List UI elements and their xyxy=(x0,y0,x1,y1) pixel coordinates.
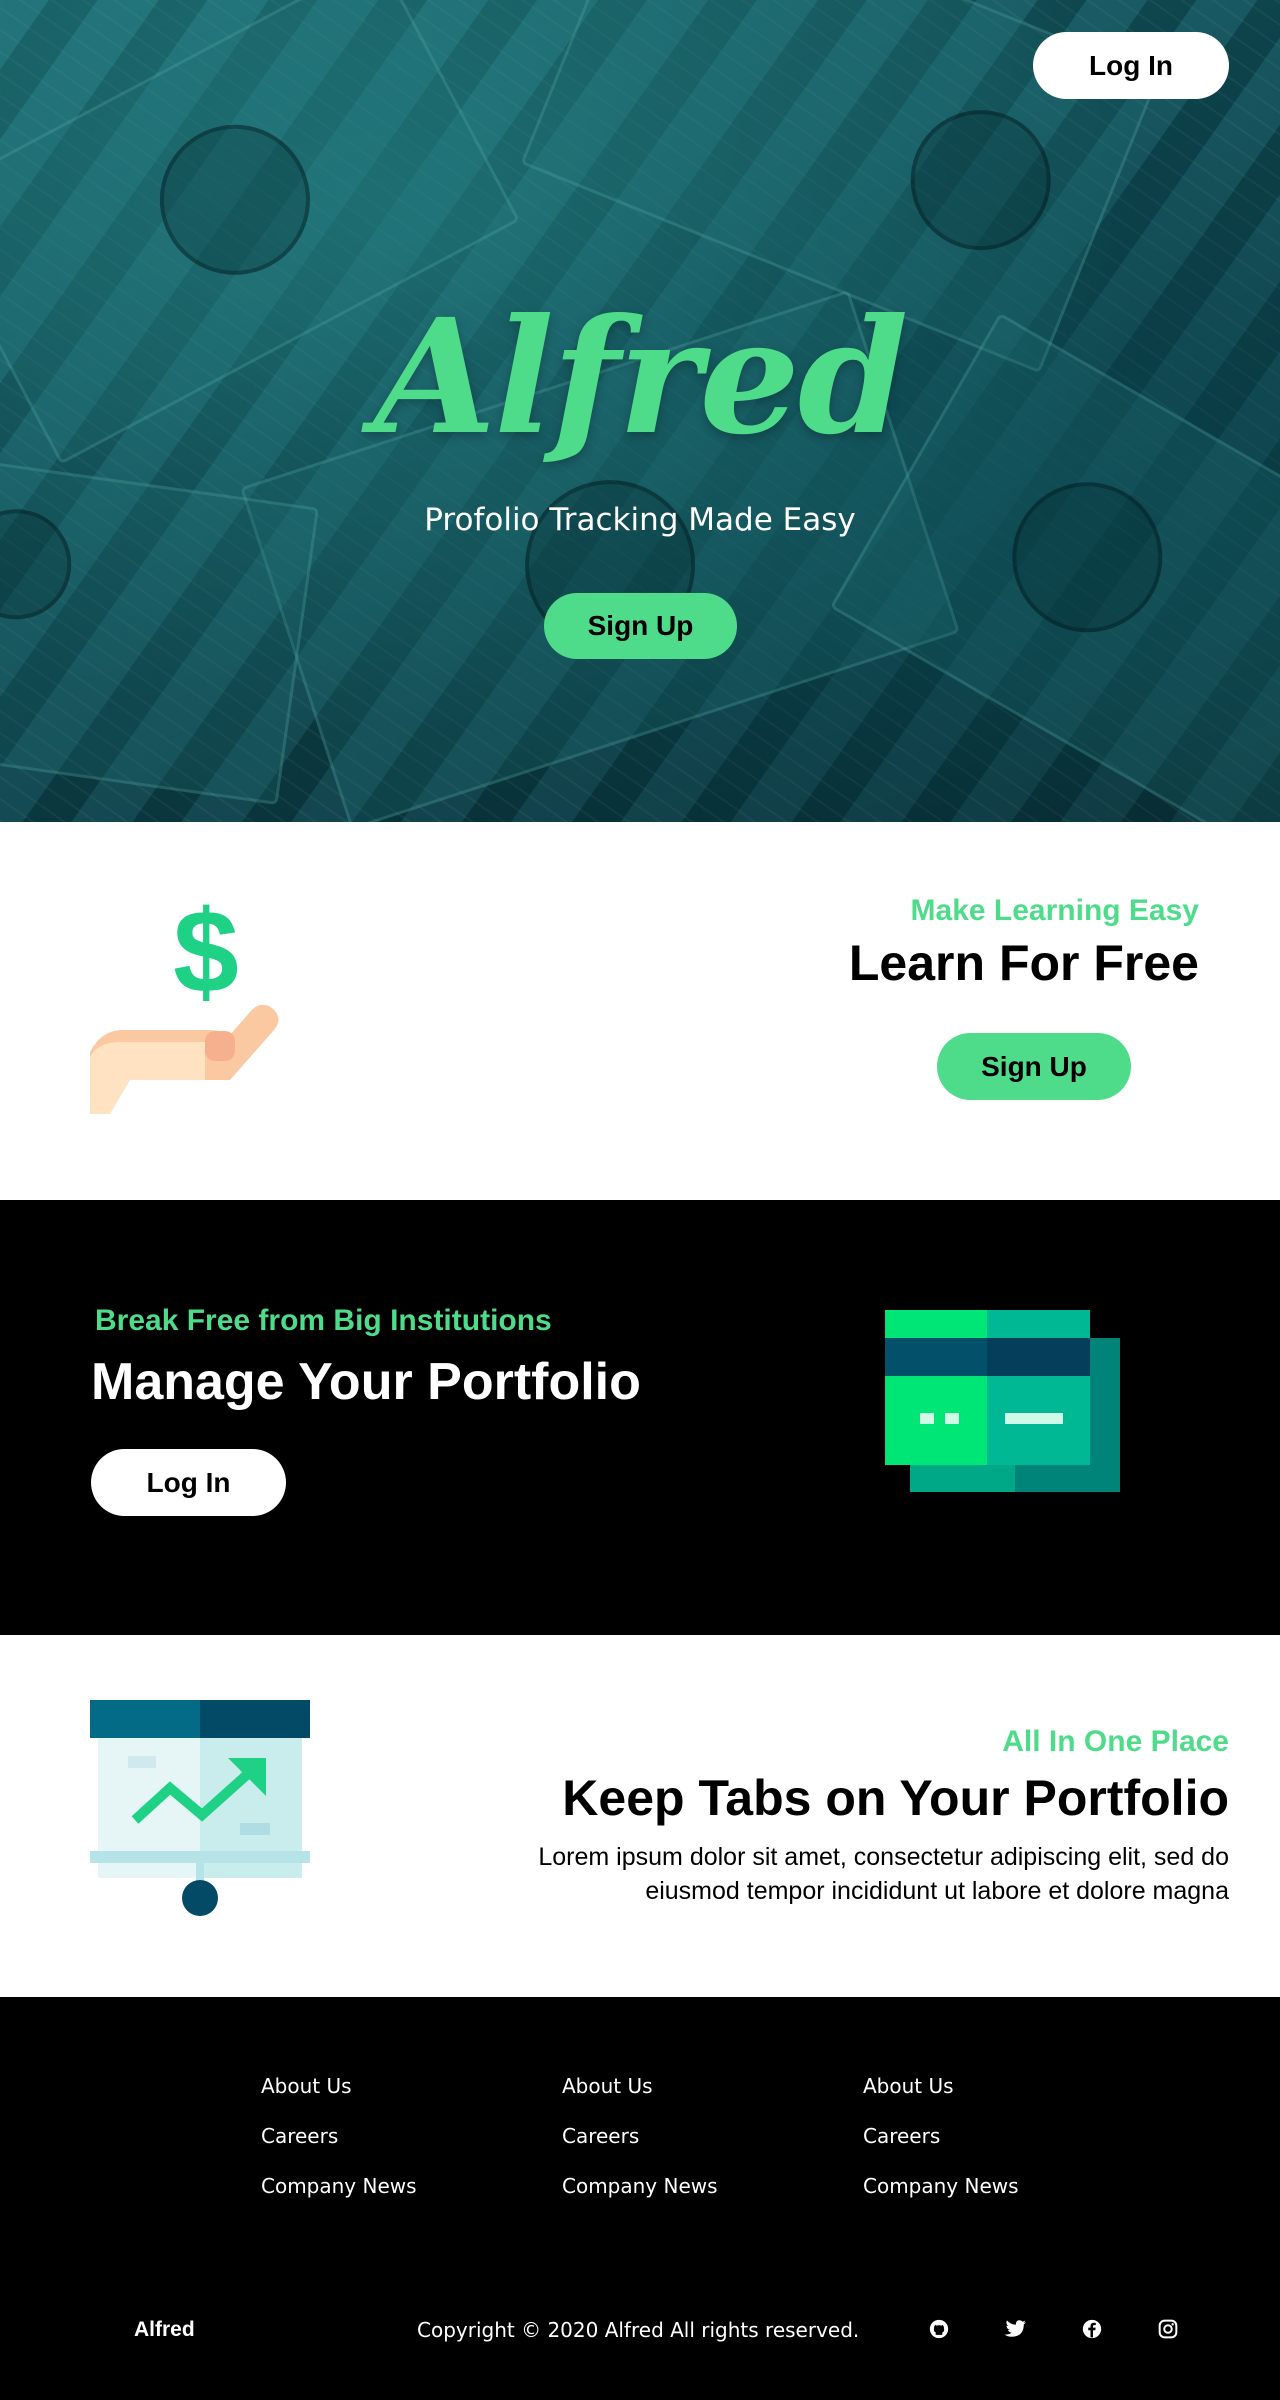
footer: About Us Careers Company News About Us C… xyxy=(0,1997,1280,2400)
footer-link-news[interactable]: Company News xyxy=(562,2174,762,2224)
learn-eyebrow: Make Learning Easy xyxy=(910,894,1199,927)
twitter-icon[interactable] xyxy=(997,2311,1033,2347)
learn-section: $ Make Learning Easy Learn For Free Sign… xyxy=(0,822,1280,1200)
presentation-chart-icon xyxy=(90,1700,310,1916)
footer-link-news[interactable]: Company News xyxy=(863,2174,1063,2224)
manage-eyebrow: Break Free from Big Institutions xyxy=(95,1304,552,1337)
hero-login-button[interactable]: Log In xyxy=(1033,32,1229,99)
footer-link-about[interactable]: About Us xyxy=(863,2074,1063,2124)
hero-tagline: Profolio Tracking Made Easy xyxy=(424,502,856,538)
learn-title: Learn For Free xyxy=(848,935,1199,991)
footer-copyright: Copyright © 2020 Alfred All rights reser… xyxy=(417,2318,860,2342)
tabs-section: All In One Place Keep Tabs on Your Portf… xyxy=(0,1635,1280,1997)
tabs-title: Keep Tabs on Your Portfolio xyxy=(562,1770,1229,1826)
footer-link-careers[interactable]: Careers xyxy=(562,2124,762,2174)
footer-column: About Us Careers Company News xyxy=(261,2074,461,2224)
footer-link-about[interactable]: About Us xyxy=(562,2074,762,2124)
cards-icon xyxy=(885,1310,1120,1492)
tabs-eyebrow: All In One Place xyxy=(1002,1725,1229,1758)
github-icon[interactable] xyxy=(921,2311,957,2347)
footer-column: About Us Careers Company News xyxy=(562,2074,762,2224)
manage-title: Manage Your Portfolio xyxy=(91,1353,641,1411)
footer-link-careers[interactable]: Careers xyxy=(261,2124,461,2174)
hero-section: Log In Alfred Profolio Tracking Made Eas… xyxy=(0,0,1280,822)
tabs-body: Lorem ipsum dolor sit amet, consectetur … xyxy=(538,1843,1229,1905)
footer-link-careers[interactable]: Careers xyxy=(863,2124,1063,2174)
hero-logo: Alfred xyxy=(373,285,909,470)
footer-link-news[interactable]: Company News xyxy=(261,2174,461,2224)
svg-text:$: $ xyxy=(173,886,239,1018)
manage-section: Break Free from Big Institutions Manage … xyxy=(0,1200,1280,1635)
footer-column: About Us Careers Company News xyxy=(863,2074,1063,2224)
learn-signup-button[interactable]: Sign Up xyxy=(937,1033,1131,1100)
facebook-icon[interactable] xyxy=(1074,2311,1110,2347)
instagram-icon[interactable] xyxy=(1150,2311,1186,2347)
footer-brand: Alfred xyxy=(134,2318,195,2341)
manage-login-button[interactable]: Log In xyxy=(91,1449,286,1516)
hero-signup-button[interactable]: Sign Up xyxy=(544,593,737,659)
hand-dollar-icon: $ xyxy=(90,886,279,1114)
footer-link-about[interactable]: About Us xyxy=(261,2074,461,2124)
